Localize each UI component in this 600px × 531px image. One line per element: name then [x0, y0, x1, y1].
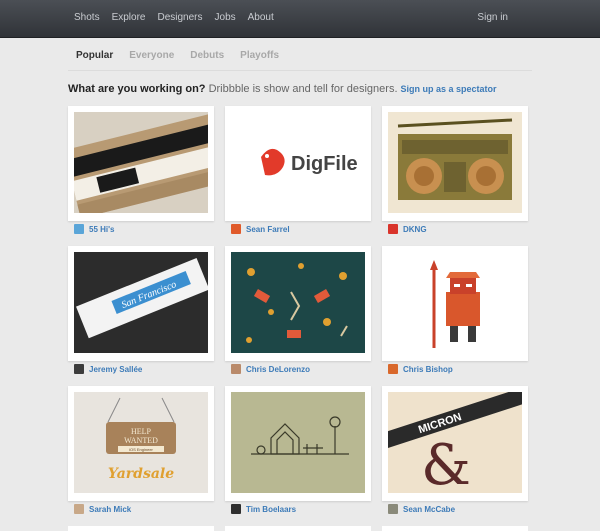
sign-line-1: HELP — [131, 427, 152, 436]
player-name[interactable]: Tim Boelaars — [246, 505, 296, 514]
shot-card[interactable] — [382, 246, 528, 361]
shot-card[interactable] — [382, 106, 528, 221]
nav-jobs[interactable]: Jobs — [215, 12, 236, 23]
shot-player[interactable]: Chris DeLorenzo — [231, 364, 310, 374]
shot-card[interactable]: HELP WANTED iOS Engineer Yardsale — [68, 386, 214, 501]
shot-card[interactable] — [225, 386, 371, 501]
ampersand-glyph: & — [421, 433, 471, 493]
player-name[interactable]: Chris DeLorenzo — [246, 365, 310, 374]
avatar — [231, 504, 241, 514]
avatar — [74, 364, 84, 374]
player-name[interactable]: Sean McCabe — [403, 505, 455, 514]
shot-thumbnail[interactable]: HELP WANTED iOS Engineer Yardsale — [74, 392, 208, 493]
shot-player[interactable]: Jeremy Sallée — [74, 364, 142, 374]
help-wanted-sign-artwork: HELP WANTED iOS Engineer Yardsale — [106, 397, 176, 482]
shot-card[interactable]: San Francisco — [68, 246, 214, 361]
sign-subline: iOS Engineer — [129, 447, 153, 452]
top-navigation-bar: Shots Explore Designers Jobs About Sign … — [0, 0, 600, 38]
shot-player[interactable]: Sean McCabe — [388, 504, 455, 514]
micron-pen-ampersand-artwork: MICRON & — [388, 392, 522, 493]
shot-thumbnail[interactable] — [74, 112, 208, 213]
shot-card-partial[interactable] — [225, 526, 371, 531]
avatar — [388, 504, 398, 514]
intro-description: Dribbble is show and tell for designers. — [205, 83, 398, 95]
avatar — [74, 504, 84, 514]
primary-nav: Shots Explore Designers Jobs About — [68, 12, 280, 23]
nav-about[interactable]: About — [248, 12, 274, 23]
sign-in-link[interactable]: Sign in — [477, 12, 508, 23]
san-francisco-tag-artwork: San Francisco — [76, 257, 208, 339]
shot-player[interactable]: Sarah Mick — [74, 504, 131, 514]
player-name[interactable]: DKNG — [403, 225, 427, 234]
farm-line-illustration — [251, 416, 349, 455]
shot-thumbnail[interactable]: San Francisco — [74, 252, 208, 353]
avatar — [231, 224, 241, 234]
intro-question: What are you working on? — [68, 83, 206, 95]
avatar — [388, 364, 398, 374]
player-name[interactable]: Sean Farrel — [246, 225, 290, 234]
shot-card-partial[interactable] — [68, 526, 214, 531]
avatar — [231, 364, 241, 374]
nav-explore[interactable]: Explore — [112, 12, 146, 23]
intro-text: What are you working on? Dribbble is sho… — [68, 83, 497, 95]
shot-card[interactable] — [225, 246, 371, 361]
shot-filter-tabs: Popular Everyone Debuts Playoffs — [68, 48, 287, 63]
tab-debuts[interactable]: Debuts — [182, 48, 232, 63]
boombox-illustration — [397, 118, 513, 200]
shot-player[interactable]: Sean Farrel — [231, 224, 290, 234]
shot-player[interactable]: Chris Bishop — [388, 364, 453, 374]
nav-shots[interactable]: Shots — [74, 12, 100, 23]
shot-player[interactable]: 55 Hi's — [74, 224, 114, 234]
player-name[interactable]: Jeremy Sallée — [89, 365, 142, 374]
shot-thumbnail[interactable]: MICRON & — [388, 392, 522, 493]
pattern-artwork — [231, 252, 365, 353]
shot-thumbnail[interactable] — [231, 392, 365, 493]
nav-designers[interactable]: Designers — [157, 12, 202, 23]
shot-player[interactable]: DKNG — [388, 224, 427, 234]
shot-thumbnail[interactable] — [231, 252, 365, 353]
shot-player[interactable]: Tim Boelaars — [231, 504, 296, 514]
player-name[interactable]: Sarah Mick — [89, 505, 131, 514]
digfile-logo-artwork: DigFile — [261, 148, 358, 176]
tab-everyone[interactable]: Everyone — [121, 48, 182, 63]
avatar — [388, 224, 398, 234]
samurai-illustration — [430, 260, 480, 348]
avatar — [74, 224, 84, 234]
packaging-artwork — [74, 112, 208, 213]
tab-popular[interactable]: Popular — [68, 48, 121, 63]
shot-card[interactable] — [68, 106, 214, 221]
shot-card[interactable]: MICRON & — [382, 386, 528, 501]
tab-playoffs[interactable]: Playoffs — [232, 48, 287, 63]
shot-thumbnail[interactable] — [388, 112, 522, 213]
signup-spectator-link[interactable]: Sign up as a spectator — [401, 84, 497, 94]
tab-divider — [68, 70, 532, 71]
digfile-logo-text: DigFile — [291, 153, 358, 175]
script-text: Yardsale — [108, 466, 174, 482]
shot-thumbnail[interactable]: DigFile — [231, 112, 365, 213]
shot-card[interactable]: DigFile — [225, 106, 371, 221]
player-name[interactable]: Chris Bishop — [403, 365, 453, 374]
shot-thumbnail[interactable] — [388, 252, 522, 353]
player-name[interactable]: 55 Hi's — [89, 225, 114, 234]
shot-card-partial[interactable] — [382, 526, 528, 531]
sign-line-2: WANTED — [124, 436, 158, 445]
